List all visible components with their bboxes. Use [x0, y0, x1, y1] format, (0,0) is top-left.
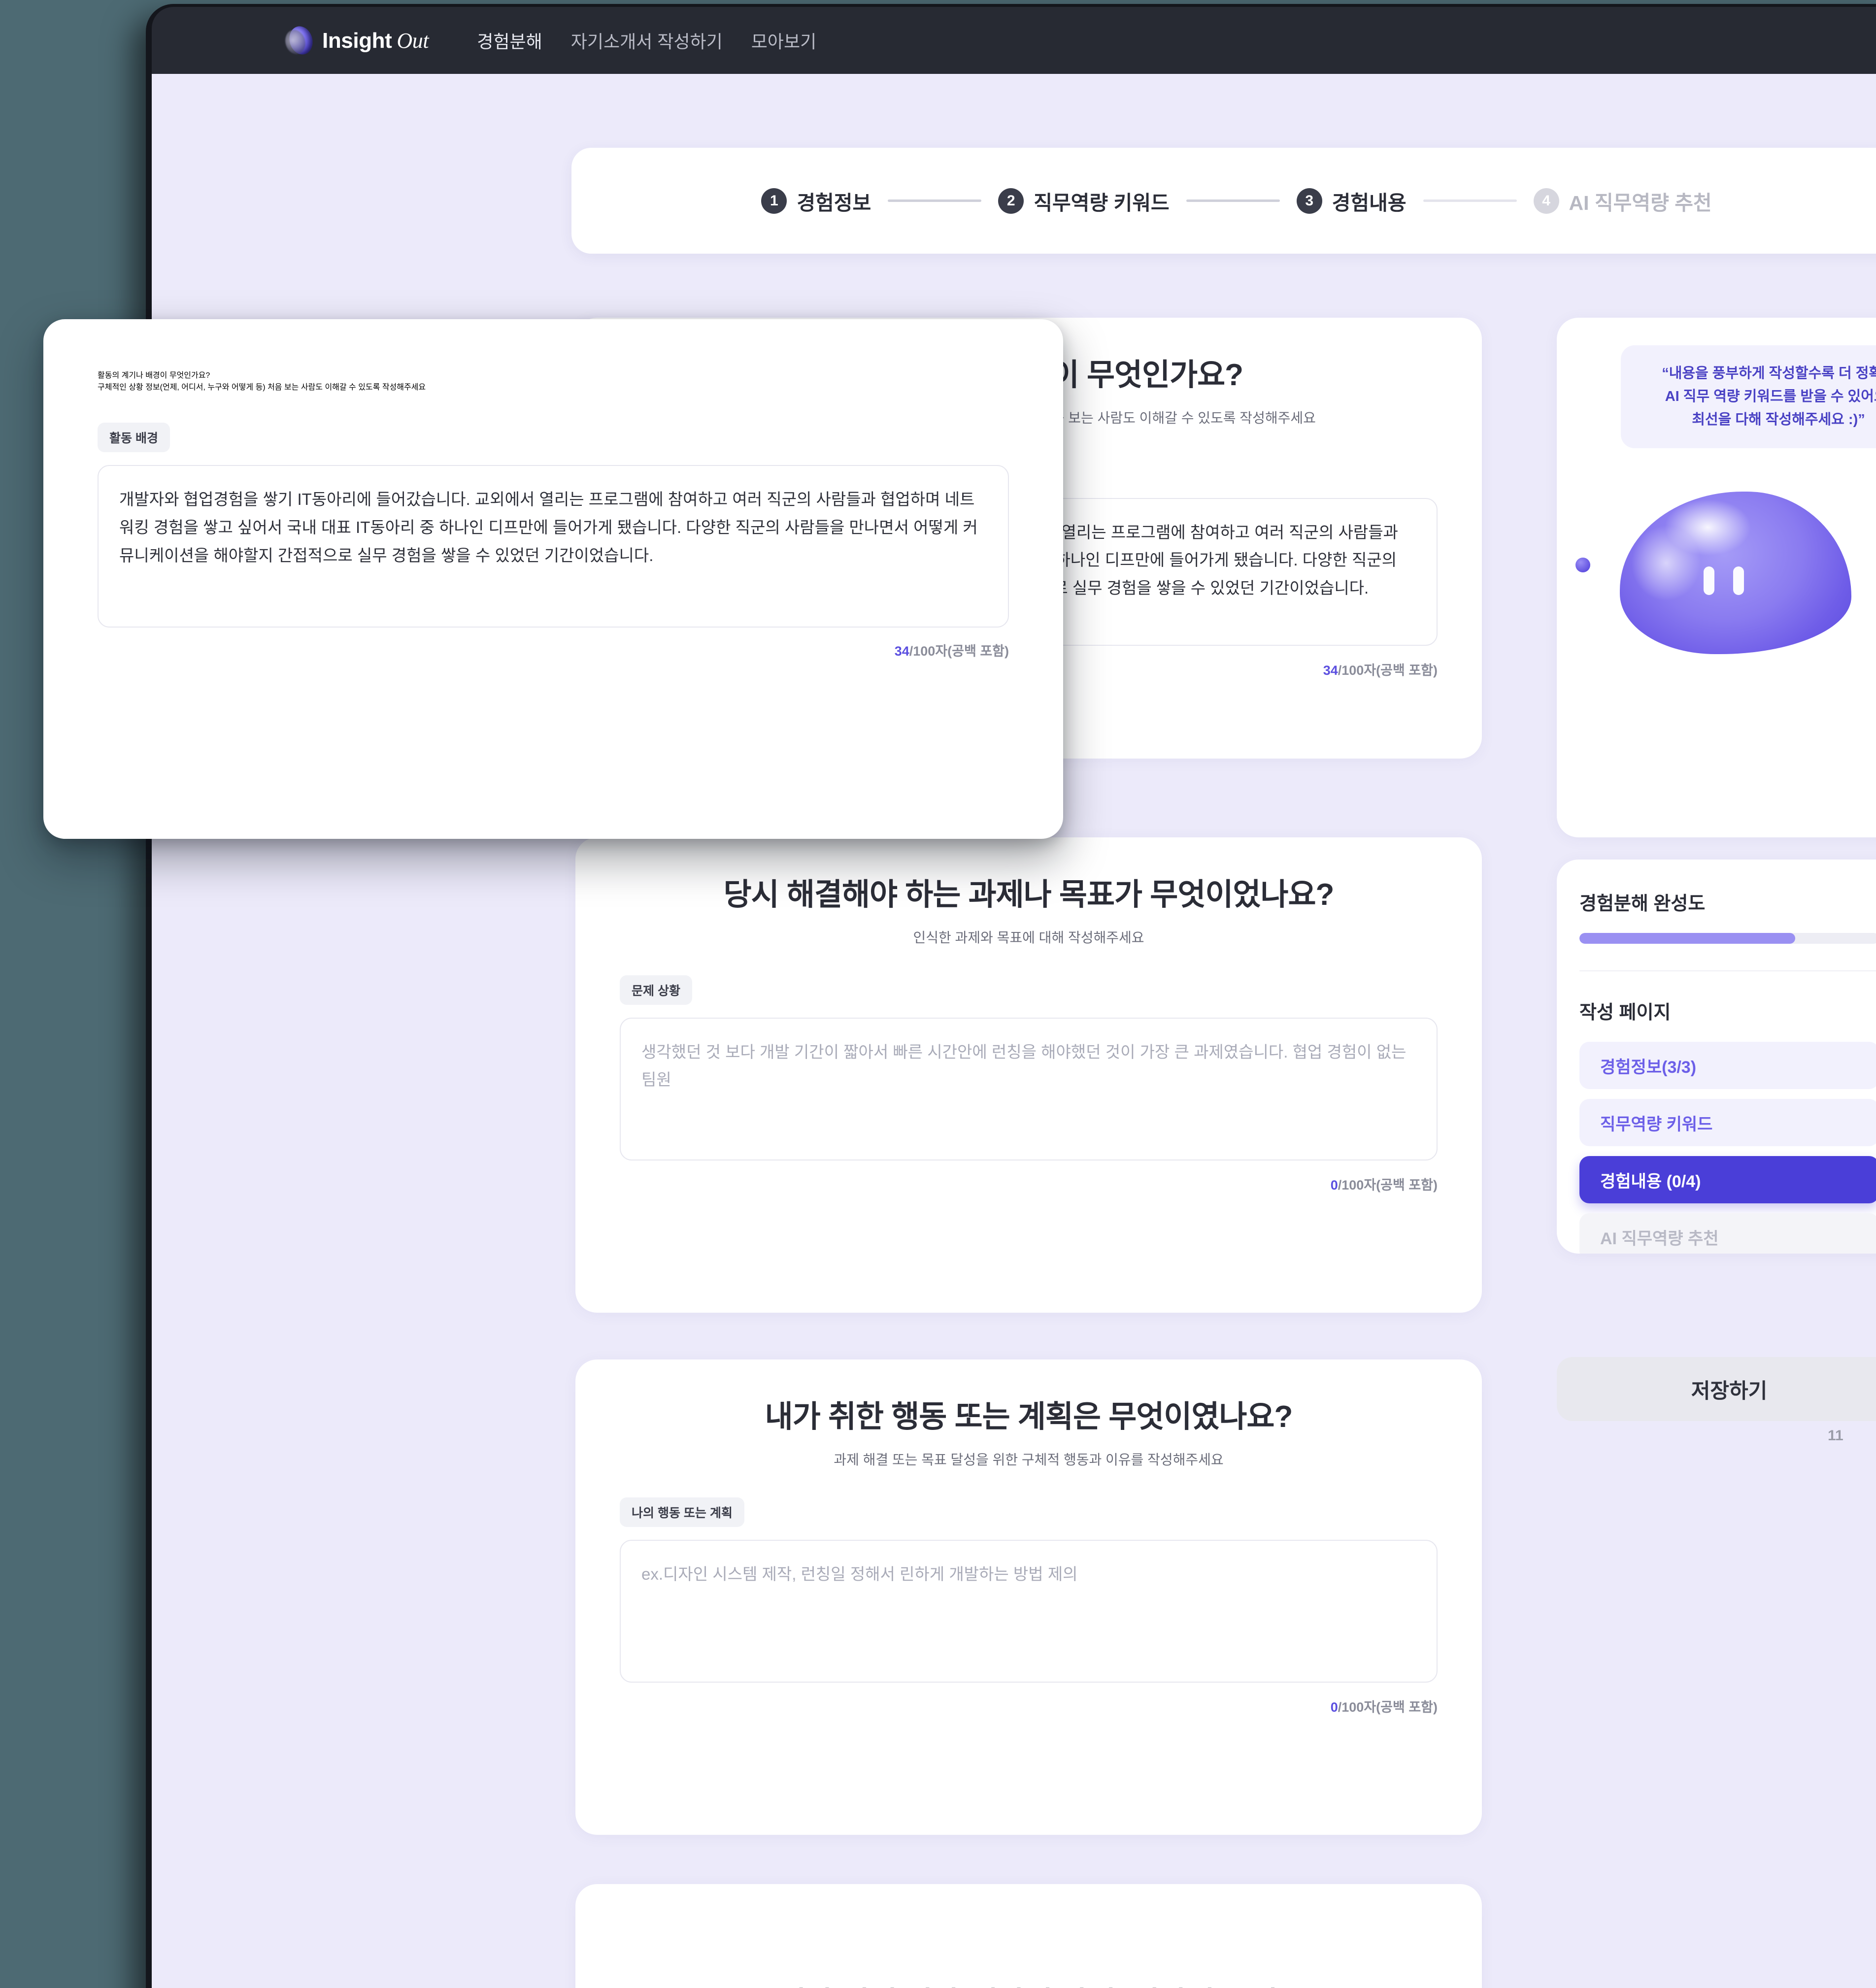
- screenshot-stage: Insight Out 경험분해 자기소개서 작성하기 모아보기 1 경험정보 2…: [0, 0, 1876, 1988]
- nav-link-write-cover-letter[interactable]: 자기소개서 작성하기: [571, 28, 723, 53]
- counter-current: 0: [1330, 1699, 1338, 1715]
- insight-out-orb-logo-icon: [286, 23, 316, 58]
- tip-line-2: AI 직무 역량 키워드를 받을 수 있어요!: [1665, 388, 1876, 404]
- answer-placeholder: ex.디자인 시스템 제작, 런칭일 정해서 린하게 개발하는 방법 제의: [641, 1564, 1078, 1583]
- answer-textarea[interactable]: 생각했던 것 보다 개발 기간이 짧아서 빠른 시간안에 런칭을 해야했던 것이…: [620, 1017, 1438, 1160]
- save-button[interactable]: 저장하기: [1557, 1357, 1876, 1421]
- step-1-number: 1: [761, 188, 787, 214]
- counter-limit: /100자(공백 포함): [1338, 1177, 1438, 1193]
- question-subtitle: 구체적인 상황 정보(언제, 어디서, 누구와 어떻게 등) 처음 보는 사람도…: [98, 383, 426, 392]
- answer-textarea[interactable]: 개발자와 협업경험을 쌓기 IT동아리에 들어갔습니다. 교외에서 열리는 프로…: [98, 465, 1009, 628]
- counter-current: 34: [1323, 663, 1338, 678]
- question-subtitle: 과제 해결 또는 목표 달성을 위한 구체적 행동과 이유를 작성해주세요: [834, 1452, 1224, 1467]
- sidebar-tip-panel: “내용을 풍부하게 작성할수록 더 정확한 AI 직무 역량 키워드를 받을 수…: [1557, 318, 1876, 837]
- nav-link-collection[interactable]: 모아보기: [751, 28, 816, 53]
- field-tag: 문제 상황: [620, 975, 692, 1005]
- sidebar-progress-panel: 경험분해 완성도 작성 페이지 경험정보(3/3) 직무역량 키워드 경험내용 …: [1557, 860, 1876, 1254]
- floating-question-card: 활동의 계기나 배경이 무엇인가요? 구체적인 상황 정보(언제, 어디서, 누…: [43, 319, 1063, 839]
- field-tag: 활동 배경: [98, 423, 170, 452]
- progress-stepper: 1 경험정보 2 직무역량 키워드 3 경험내용 4 AI 직무역량 추천: [571, 148, 1876, 254]
- step-connector-1: [888, 199, 982, 202]
- step-3-label: 경험내용: [1332, 191, 1407, 214]
- question-title: 그 결과 어떤 성과(객관적 사실, 정량적 수치)를 이룰 수 있었나요?: [620, 1985, 1438, 1988]
- step-2-number: 2: [998, 188, 1024, 214]
- mascot-bubble-dot-icon: [1575, 557, 1590, 572]
- step-1-experience-info[interactable]: 1 경험정보: [761, 186, 871, 216]
- brand-name: Insight Out: [322, 28, 429, 53]
- question-card-action: 내가 취한 행동 또는 계획은 무엇이였나요? 과제 해결 또는 목표 달성을 …: [575, 1359, 1482, 1835]
- nav-link-experience-breakdown[interactable]: 경험분해: [477, 28, 542, 53]
- field-tag: 나의 행동 또는 계획: [620, 1497, 744, 1527]
- step-4-number: 4: [1533, 188, 1559, 214]
- counter-limit: /100자(공백 포함): [1338, 663, 1438, 678]
- character-counter: 0/100자(공백 포함): [620, 1696, 1438, 1716]
- top-navigation-bar: Insight Out 경험분해 자기소개서 작성하기 모아보기: [152, 7, 1876, 74]
- step-3-number: 3: [1296, 188, 1322, 214]
- sidebar-divider: [1579, 970, 1876, 971]
- counter-limit: /100자(공백 포함): [909, 644, 1009, 659]
- pages-heading: 작성 페이지: [1579, 1002, 1671, 1023]
- mascot-eye-left: [1704, 566, 1714, 595]
- question-title: 내가 취한 행동 또는 계획은 무엇이였나요?: [765, 1400, 1293, 1434]
- nav-links: 경험분해 자기소개서 작성하기 모아보기: [477, 28, 816, 53]
- step-1-label: 경험정보: [797, 191, 871, 214]
- page-item-competency-keyword[interactable]: 직무역량 키워드: [1579, 1099, 1876, 1146]
- brand-logo[interactable]: Insight Out: [286, 23, 429, 58]
- page-item-ai-recommendation[interactable]: AI 직무역량 추천: [1579, 1213, 1876, 1254]
- mascot-area: [1557, 483, 1876, 695]
- counter-current: 34: [894, 644, 909, 659]
- step-2-label: 직무역량 키워드: [1034, 191, 1170, 214]
- tip-line-1: “내용을 풍부하게 작성할수록 더 정확한: [1662, 365, 1876, 381]
- question-card-problem: 당시 해결해야 하는 과제나 목표가 무엇이었나요? 인식한 과제와 목표에 대…: [575, 837, 1482, 1313]
- tip-line-3: 최선을 다해 작성해주세요 :)”: [1692, 411, 1865, 428]
- answer-textarea[interactable]: ex.디자인 시스템 제작, 런칭일 정해서 린하게 개발하는 방법 제의: [620, 1539, 1438, 1683]
- answer-text: 개발자와 협업경험을 쌓기 IT동아리에 들어갔습니다. 교외에서 열리는 프로…: [119, 490, 978, 564]
- page-item-experience-info[interactable]: 경험정보(3/3): [1579, 1042, 1876, 1089]
- question-title: 당시 해결해야 하는 과제나 목표가 무엇이었나요?: [723, 878, 1335, 912]
- step-4-label: AI 직무역량 추천: [1569, 191, 1712, 214]
- purple-blob-mascot-icon: [1620, 491, 1851, 654]
- question-card-result: 그 결과 어떤 성과(객관적 사실, 정량적 수치)를 이룰 수 있었나요?: [575, 1884, 1482, 1988]
- mascot-eye-right: [1733, 566, 1744, 595]
- character-counter: 34/100자(공백 포함): [98, 640, 1009, 660]
- step-connector-3: [1423, 199, 1517, 202]
- question-title: 활동의 계기나 배경이 무엇인가요?: [98, 371, 210, 380]
- page-item-experience-content[interactable]: 경험내용 (0/4): [1579, 1156, 1876, 1203]
- timestamp-label: 11: [1828, 1427, 1843, 1444]
- completion-progress-bar: [1579, 933, 1876, 944]
- counter-limit: /100자(공백 포함): [1338, 1699, 1438, 1715]
- completion-progress-fill: [1579, 933, 1795, 944]
- progress-heading: 경험분해 완성도: [1579, 894, 1706, 914]
- step-2-competency-keyword[interactable]: 2 직무역량 키워드: [998, 186, 1170, 216]
- step-connector-2: [1186, 199, 1280, 202]
- character-counter: 0/100자(공백 포함): [620, 1174, 1438, 1193]
- brand-name-italic: Out: [397, 28, 429, 53]
- answer-placeholder: 생각했던 것 보다 개발 기간이 짧아서 빠른 시간안에 런칭을 해야했던 것이…: [641, 1042, 1411, 1089]
- step-3-experience-content[interactable]: 3 경험내용: [1296, 186, 1407, 216]
- page-list: 경험정보(3/3) 직무역량 키워드 경험내용 (0/4) AI 직무역량 추천: [1579, 1042, 1876, 1254]
- counter-current: 0: [1330, 1177, 1338, 1193]
- step-4-ai-competency-recommendation[interactable]: 4 AI 직무역량 추천: [1533, 186, 1712, 216]
- question-subtitle: 인식한 과제와 목표에 대해 작성해주세요: [913, 929, 1144, 945]
- ai-tip-bubble: “내용을 풍부하게 작성할수록 더 정확한 AI 직무 역량 키워드를 받을 수…: [1621, 345, 1876, 448]
- brand-name-bold: Insight: [322, 28, 392, 53]
